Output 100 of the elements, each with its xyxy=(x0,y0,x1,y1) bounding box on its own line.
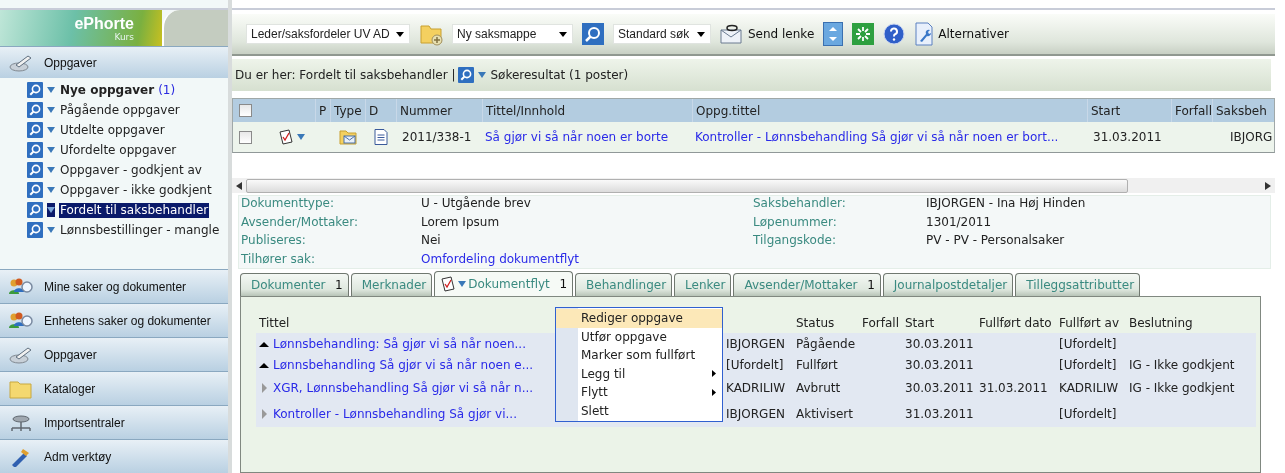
people-search-icon xyxy=(8,310,34,331)
search-icon[interactable] xyxy=(27,162,43,178)
search-icon[interactable] xyxy=(27,102,43,118)
tab[interactable]: Merknader xyxy=(350,273,433,296)
tree-item[interactable]: Utdelte oppgaver xyxy=(59,122,166,138)
menu-item[interactable]: Slett xyxy=(556,401,722,420)
table-cell: KADRILIW xyxy=(726,381,786,395)
case-link[interactable]: Omfordeling dokumentflyt xyxy=(421,251,580,266)
search-icon[interactable] xyxy=(27,202,43,218)
field-value: 1301/2011 xyxy=(926,214,992,229)
search-icon[interactable] xyxy=(27,122,43,138)
column-header[interactable]: Forfall xyxy=(1175,103,1212,118)
section-header[interactable]: Enhetens saker og dokumenter xyxy=(0,303,228,337)
search-icon[interactable] xyxy=(27,222,43,238)
dropdown-arrow-icon[interactable] xyxy=(396,31,404,37)
dropdown-arrow-icon[interactable] xyxy=(559,31,567,37)
table-cell: 31.03.2011 xyxy=(905,407,974,421)
alternatives-button[interactable]: Alternativer xyxy=(914,22,1010,46)
caret-icon[interactable] xyxy=(47,227,55,233)
task-link[interactable]: Kontroller - Lønnsbehandling Så gjør vi... xyxy=(273,407,517,421)
column-header: Fullført dato xyxy=(979,316,1052,330)
scroll-right-icon[interactable] xyxy=(1265,181,1271,190)
column-header[interactable]: D xyxy=(369,103,379,118)
column-header[interactable]: Tittel/Innhold xyxy=(486,103,566,118)
menu-item[interactable]: Utfør oppgave xyxy=(556,327,722,346)
breadcrumb-path: Du er her: Fordelt til saksbehandler | xyxy=(235,68,456,82)
column-header[interactable]: Type xyxy=(334,103,362,118)
submenu-arrow-icon xyxy=(712,370,716,378)
search-icon[interactable] xyxy=(27,182,43,198)
refresh-icon[interactable] xyxy=(852,23,875,45)
tree-item[interactable]: Lønnsbestillinger - mangle xyxy=(59,222,221,238)
item-count: (1) xyxy=(158,83,176,97)
caret-icon[interactable] xyxy=(47,127,55,133)
help-icon[interactable] xyxy=(883,23,906,45)
up-down-icon[interactable] xyxy=(823,22,844,46)
task-link[interactable]: Lønnsbehandling: Så gjør vi så når noen... xyxy=(273,336,526,351)
tree-item[interactable]: Fordelt til saksbehandler xyxy=(59,202,210,218)
task-icon[interactable] xyxy=(278,129,294,145)
dropdown-arrow-icon[interactable] xyxy=(697,31,705,37)
search-select[interactable]: Standard søk xyxy=(613,24,711,44)
table-cell: Fullført xyxy=(796,357,838,372)
table-cell: 30.03.2011 xyxy=(905,336,974,351)
search-icon[interactable] xyxy=(582,23,604,45)
column-header[interactable]: Oppg.tittel xyxy=(696,103,761,118)
send-link-button[interactable]: Send lenke xyxy=(720,24,815,44)
search-icon[interactable] xyxy=(27,82,43,98)
section-header[interactable]: Mine saker og dokumenter xyxy=(0,269,228,303)
tab[interactable]: Lenker xyxy=(674,273,732,296)
tree-item[interactable]: Oppgaver - ikke godkjent xyxy=(59,182,213,198)
tree-item[interactable]: Oppgaver - godkjent av xyxy=(59,162,203,178)
column-header: Forfall xyxy=(862,316,899,330)
tab[interactable]: Dokumentflyt 1 xyxy=(434,271,574,296)
section-header[interactable]: Oppgaver xyxy=(0,46,228,78)
caret-icon[interactable] xyxy=(478,72,487,78)
caret-icon[interactable] xyxy=(47,87,55,93)
section-header[interactable]: Oppgaver xyxy=(0,337,228,371)
tab[interactable]: Avsender/Mottaker 1 xyxy=(733,273,881,296)
caret-icon[interactable] xyxy=(47,107,55,113)
caret-icon[interactable] xyxy=(47,147,55,153)
menu-item[interactable]: Rediger oppgave xyxy=(556,309,722,328)
tree-item[interactable]: Ufordelte oppgaver xyxy=(59,142,178,158)
logo-title: ePhorte xyxy=(74,14,134,32)
tab[interactable]: Journalpostdetaljer xyxy=(882,273,1014,296)
envelope-link-icon xyxy=(720,24,744,44)
column-header[interactable]: P xyxy=(319,103,327,118)
tree-item[interactable]: Nye oppgaver xyxy=(59,82,156,98)
caret-icon[interactable] xyxy=(47,187,55,193)
tree-item[interactable]: Pågående oppgaver xyxy=(59,102,181,118)
checkbox[interactable] xyxy=(239,130,252,144)
task-title-link[interactable]: Kontroller - Lønnsbehandling Så gjør vi så når noen er bort... xyxy=(695,130,1059,144)
section-header[interactable]: Adm verktøy xyxy=(0,439,228,473)
folder-add-icon[interactable] xyxy=(419,22,443,46)
menu-item[interactable]: Marker som fullført xyxy=(556,346,722,365)
caret-icon[interactable] xyxy=(47,167,55,173)
role-select[interactable]: Leder/saksfordeler UV AD xyxy=(246,24,410,44)
search-icon[interactable] xyxy=(458,67,475,83)
new-select[interactable]: Ny saksmappe xyxy=(452,24,573,44)
tab[interactable]: Tilleggsattributter xyxy=(1015,273,1141,296)
caret-icon[interactable] xyxy=(297,134,305,140)
title-link[interactable]: Så gjør vi så når noen er borte xyxy=(485,130,669,144)
tab[interactable]: Dokumenter 1 xyxy=(240,273,349,296)
column-header[interactable]: Saksbeh xyxy=(1216,103,1267,118)
task-link[interactable]: XGR, Lønnsbehandling Så gjør vi så når n... xyxy=(273,381,534,395)
column-header[interactable]: Nummer xyxy=(400,103,453,118)
search-icon[interactable] xyxy=(27,142,43,158)
section-header[interactable]: Importsentraler xyxy=(0,405,228,439)
table-cell: 31.03.2011 xyxy=(979,381,1048,395)
section-header[interactable]: Kataloger xyxy=(0,371,228,405)
tab[interactable]: Behandlinger xyxy=(575,273,673,296)
horizontal-scrollbar[interactable] xyxy=(232,178,1275,193)
scroll-left-icon[interactable] xyxy=(236,181,242,190)
task-icon[interactable] xyxy=(440,276,457,292)
caret-icon[interactable] xyxy=(458,281,467,287)
checkbox[interactable] xyxy=(239,104,252,117)
logo-subtitle: Kurs xyxy=(114,31,134,42)
menu-item[interactable]: Flytt xyxy=(556,383,722,402)
task-link[interactable]: Lønnsbehandling Så gjør vi så når noen e... xyxy=(273,357,534,372)
caret-icon[interactable] xyxy=(47,203,55,217)
column-header[interactable]: Start xyxy=(1091,103,1121,118)
menu-item[interactable]: Legg til xyxy=(556,364,722,383)
